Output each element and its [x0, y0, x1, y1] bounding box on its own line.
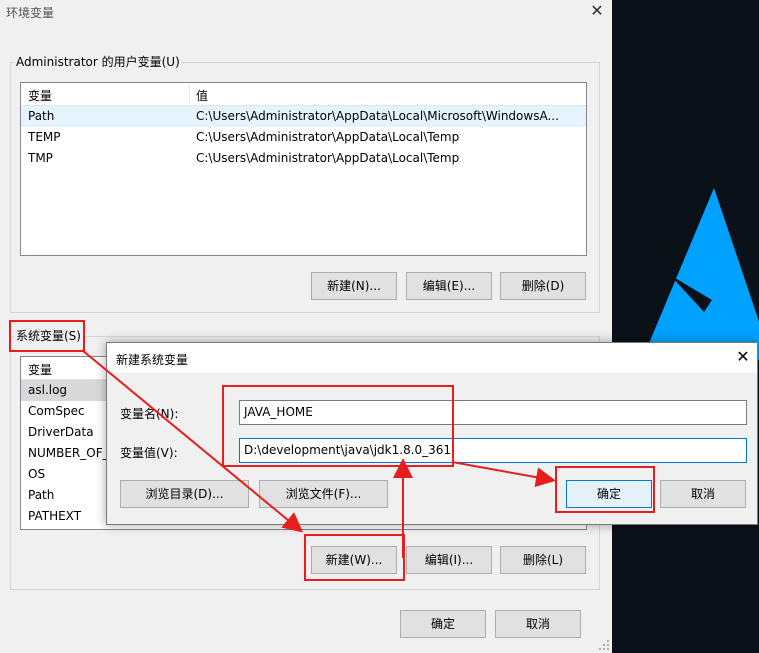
list-header: 变量 值 — [21, 83, 586, 106]
system-delete-button[interactable]: 删除(L) — [500, 546, 586, 574]
dialog-title: 新建系统变量 — [116, 353, 189, 367]
column-header-name[interactable]: 变量 — [28, 87, 52, 104]
row-name: TEMP — [28, 130, 61, 144]
close-icon[interactable]: ✕ — [733, 347, 753, 367]
row-name: Path — [28, 109, 55, 123]
browse-directory-button[interactable]: 浏览目录(D)... — [120, 480, 249, 508]
row-name: ComSpec — [28, 404, 85, 418]
annotation-box-system-vars — [9, 320, 85, 352]
dialog-titlebar — [107, 343, 757, 373]
close-icon[interactable]: ✕ — [588, 2, 606, 20]
resize-grip-icon[interactable] — [598, 639, 610, 651]
user-new-button[interactable]: 新建(N)... — [311, 272, 397, 300]
system-edit-button[interactable]: 编辑(I)... — [406, 546, 492, 574]
row-value: C:\Users\Administrator\AppData\Local\Mic… — [196, 109, 559, 123]
desktop-background — [612, 0, 759, 653]
row-name: Path — [28, 488, 55, 502]
browse-file-button[interactable]: 浏览文件(F)... — [259, 480, 388, 508]
variable-value-label: 变量值(V): — [120, 446, 178, 460]
window-title: 环境变量 — [6, 6, 55, 20]
row-name: TMP — [28, 151, 53, 165]
column-header-value[interactable]: 值 — [196, 87, 208, 104]
table-row[interactable]: TEMP C:\Users\Administrator\AppData\Loca… — [21, 127, 586, 148]
table-row[interactable]: TMP C:\Users\Administrator\AppData\Local… — [21, 148, 586, 169]
user-vars-legend: Administrator 的用户变量(U) — [14, 53, 182, 70]
column-header-name[interactable]: 变量 — [28, 361, 52, 378]
user-edit-button[interactable]: 编辑(E)... — [406, 272, 492, 300]
annotation-box-fields — [222, 385, 454, 467]
row-name: DriverData — [28, 425, 94, 439]
row-value: C:\Users\Administrator\AppData\Local\Tem… — [196, 130, 460, 144]
row-name: asl.log — [28, 383, 68, 397]
table-row[interactable]: Path C:\Users\Administrator\AppData\Loca… — [21, 106, 586, 127]
window-ok-button[interactable]: 确定 — [400, 610, 486, 638]
row-name: NUMBER_OF_ — [28, 446, 109, 460]
user-delete-button[interactable]: 删除(D) — [500, 272, 586, 300]
dialog-cancel-button[interactable]: 取消 — [660, 480, 746, 508]
desktop-logo-shape — [642, 188, 759, 360]
row-name: OS — [28, 467, 46, 481]
annotation-box-new — [304, 534, 405, 581]
window-cancel-button[interactable]: 取消 — [495, 610, 581, 638]
user-vars-list[interactable]: 变量 值 Path C:\Users\Administrator\AppData… — [20, 82, 587, 256]
annotation-box-ok — [555, 466, 655, 513]
variable-name-label: 变量名(N): — [120, 407, 179, 421]
row-name: PATHEXT — [28, 509, 82, 523]
row-value: C:\Users\Administrator\AppData\Local\Tem… — [196, 151, 460, 165]
